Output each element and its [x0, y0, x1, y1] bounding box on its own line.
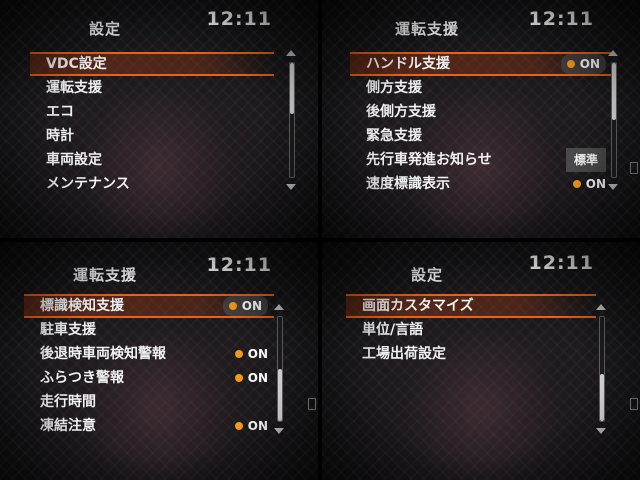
menu-item-screen-customize[interactable]: 画面カスタマイズ	[346, 294, 596, 318]
screen-title: 設定	[88, 20, 121, 38]
triangle-up-icon[interactable]	[608, 50, 618, 56]
menu-item-rear-side-assist[interactable]: 後側方支援	[350, 100, 612, 124]
menu-item-eco[interactable]: エコ	[30, 100, 274, 124]
menu-item-label: VDC設定	[46, 56, 107, 72]
on-status[interactable]: ON	[234, 414, 268, 438]
menu-item-label: 緊急支援	[366, 128, 422, 144]
scrollbar[interactable]	[596, 304, 606, 434]
triangle-down-icon[interactable]	[596, 428, 606, 434]
orange-dot-icon	[228, 301, 237, 310]
triangle-up-icon[interactable]	[274, 304, 284, 310]
menu-item-label: エコ	[46, 104, 74, 120]
menu-item-label: 駐車支援	[40, 322, 96, 338]
scroll-thumb[interactable]	[278, 369, 282, 421]
menu-item-label: 画面カスタマイズ	[362, 298, 474, 314]
on-toggle[interactable]: ON	[560, 54, 606, 74]
triangle-up-icon[interactable]	[286, 50, 296, 56]
menu-list: ハンドル支援 ON 側方支援 後側方支援 緊急支援 先行車発進お知らせ 標準 速…	[350, 52, 612, 196]
menu-item-label: ふらつき警報	[40, 370, 124, 386]
scrollbar[interactable]	[274, 304, 284, 434]
panel-driving-assist-2: 運転支援 12:11 標識検知支援 ON 駐車支援 後退時車両検知警報 ON ふ…	[0, 242, 318, 480]
menu-item-clock[interactable]: 時計	[30, 124, 274, 148]
clock: 12:11	[528, 8, 594, 30]
menu-item-drowsiness-alert[interactable]: ふらつき警報 ON	[24, 366, 274, 390]
menu-item-vehicle-settings[interactable]: 車両設定	[30, 148, 274, 172]
scrollbar[interactable]	[286, 50, 296, 190]
menu-item-driving-assist[interactable]: 運転支援	[30, 76, 274, 100]
scroll-track	[611, 62, 617, 178]
scroll-thumb[interactable]	[600, 374, 604, 421]
edge-marker	[630, 162, 638, 174]
menu-item-label: 運転支援	[46, 80, 102, 96]
menu-item-ice-warning[interactable]: 凍結注意 ON	[24, 414, 274, 438]
menu-item-label: 後退時車両検知警報	[40, 346, 166, 362]
orange-dot-icon	[566, 59, 575, 68]
menu-item-label: 凍結注意	[40, 418, 96, 434]
panel-settings-2: 設定 12:11 画面カスタマイズ 単位/言語 工場出荷設定	[322, 242, 640, 480]
on-status[interactable]: ON	[234, 342, 268, 366]
menu-item-label: ハンドル支援	[366, 56, 450, 72]
scroll-thumb[interactable]	[290, 63, 294, 115]
screenshot-grid: 設定 12:11 VDC設定 運転支援 エコ 時計 車両設定 メンテナンス 運転…	[0, 0, 640, 480]
menu-item-vdc[interactable]: VDC設定	[30, 52, 274, 76]
menu-list: 画面カスタマイズ 単位/言語 工場出荷設定	[346, 294, 596, 366]
scrollbar[interactable]	[608, 50, 618, 190]
panel-settings-1: 設定 12:11 VDC設定 運転支援 エコ 時計 車両設定 メンテナンス	[0, 0, 318, 238]
on-status[interactable]: ON	[572, 172, 606, 196]
menu-item-label: 車両設定	[46, 152, 102, 168]
menu-item-parking-assist[interactable]: 駐車支援	[24, 318, 274, 342]
menu-item-side-assist[interactable]: 側方支援	[350, 76, 612, 100]
screen-title: 運転支援	[72, 266, 137, 284]
menu-item-reverse-vehicle-alert[interactable]: 後退時車両検知警報 ON	[24, 342, 274, 366]
menu-item-label: 標識検知支援	[40, 298, 124, 314]
menu-item-label: 速度標識表示	[366, 176, 450, 192]
orange-dot-icon	[234, 373, 243, 382]
menu-item-emergency-assist[interactable]: 緊急支援	[350, 124, 612, 148]
menu-item-label: 工場出荷設定	[362, 346, 446, 362]
screen-title: 運転支援	[394, 20, 459, 38]
menu-item-units-language[interactable]: 単位/言語	[346, 318, 596, 342]
scroll-track	[289, 62, 295, 178]
menu-item-maintenance[interactable]: メンテナンス	[30, 172, 274, 196]
orange-dot-icon	[234, 349, 243, 358]
menu-item-lead-car-departure[interactable]: 先行車発進お知らせ 標準	[350, 148, 612, 172]
on-status[interactable]: ON	[234, 366, 268, 390]
scroll-thumb[interactable]	[612, 63, 616, 120]
edge-marker	[630, 398, 638, 410]
orange-dot-icon	[572, 179, 581, 188]
menu-item-sign-detection[interactable]: 標識検知支援 ON	[24, 294, 274, 318]
menu-list: VDC設定 運転支援 エコ 時計 車両設定 メンテナンス	[30, 52, 274, 196]
scroll-track	[599, 316, 605, 422]
triangle-down-icon[interactable]	[608, 184, 618, 190]
triangle-up-icon[interactable]	[596, 304, 606, 310]
menu-item-steering-assist[interactable]: ハンドル支援 ON	[350, 52, 612, 76]
on-toggle[interactable]: ON	[222, 296, 268, 316]
edge-marker	[308, 398, 316, 410]
menu-item-label: 走行時間	[40, 394, 96, 410]
menu-item-label: 後側方支援	[366, 104, 436, 120]
setting-value[interactable]: 標準	[565, 148, 606, 172]
menu-item-label: 時計	[46, 128, 74, 144]
triangle-down-icon[interactable]	[274, 428, 284, 434]
orange-dot-icon	[234, 421, 243, 430]
menu-item-label: 側方支援	[366, 80, 422, 96]
menu-item-speed-sign-display[interactable]: 速度標識表示 ON	[350, 172, 612, 196]
menu-item-label: メンテナンス	[46, 176, 130, 192]
clock: 12:11	[206, 8, 272, 30]
clock: 12:11	[528, 252, 594, 274]
menu-item-label: 単位/言語	[362, 322, 424, 338]
menu-list: 標識検知支援 ON 駐車支援 後退時車両検知警報 ON ふらつき警報 ON 走行…	[24, 294, 274, 438]
clock: 12:11	[206, 254, 272, 276]
triangle-down-icon[interactable]	[286, 184, 296, 190]
menu-item-factory-reset[interactable]: 工場出荷設定	[346, 342, 596, 366]
menu-item-driving-time[interactable]: 走行時間	[24, 390, 274, 414]
menu-item-label: 先行車発進お知らせ	[366, 152, 492, 168]
screen-title: 設定	[410, 266, 443, 284]
panel-driving-assist-1: 運転支援 12:11 ハンドル支援 ON 側方支援 後側方支援 緊急支援 先行車…	[322, 0, 640, 238]
scroll-track	[277, 316, 283, 422]
